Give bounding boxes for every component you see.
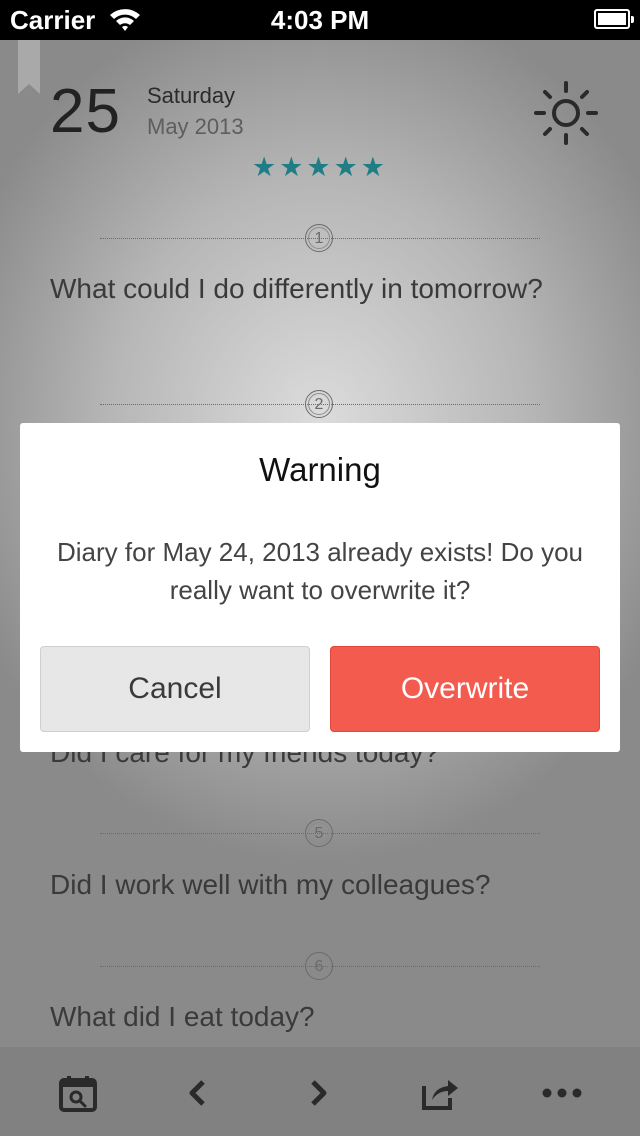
- question-text[interactable]: What could I do differently in tomorrow?: [50, 268, 570, 310]
- battery-icon: [594, 9, 634, 29]
- more-button[interactable]: [540, 1071, 584, 1115]
- status-bar: Carrier 4:03 PM: [0, 0, 640, 40]
- weekday-label: Saturday: [147, 83, 236, 108]
- sun-icon[interactable]: [533, 80, 599, 146]
- share-button[interactable]: [418, 1071, 462, 1115]
- question-number: 2: [305, 390, 333, 418]
- dialog-title: Warning: [259, 451, 381, 488]
- question-number: 1: [305, 224, 333, 252]
- chevron-right-icon: [311, 1080, 327, 1106]
- question-number: 6: [305, 952, 333, 980]
- rating-stars[interactable]: ★★★★★: [0, 152, 640, 183]
- calendar-search-icon: [59, 1076, 97, 1112]
- month-year-label: May 2013: [147, 114, 244, 139]
- question-text[interactable]: What did I eat today?: [50, 996, 570, 1038]
- day-number: 25: [50, 77, 121, 146]
- dialog-message: Diary for May 24, 2013 already exists! D…: [56, 537, 584, 605]
- status-time: 4:03 PM: [270, 5, 370, 35]
- more-icon: [542, 1088, 582, 1098]
- question-divider: 6: [100, 952, 540, 980]
- chevron-left-icon: [189, 1080, 205, 1106]
- share-icon: [422, 1080, 458, 1110]
- question-number: 5: [305, 819, 333, 847]
- question-divider: 1: [100, 224, 540, 252]
- previous-day-button[interactable]: [176, 1071, 220, 1115]
- question-divider: 5: [100, 819, 540, 847]
- bottom-toolbar: [0, 1046, 640, 1136]
- next-day-button[interactable]: [296, 1071, 340, 1115]
- question-divider: 2: [100, 390, 540, 418]
- calendar-search-button[interactable]: [56, 1071, 100, 1115]
- cancel-button[interactable]: Cancel: [40, 646, 310, 732]
- warning-dialog: Warning Diary for May 24, 2013 already e…: [20, 423, 620, 752]
- bookmark-icon[interactable]: [18, 40, 40, 94]
- overwrite-button[interactable]: Overwrite: [330, 646, 600, 732]
- question-text[interactable]: Did I work well with my colleagues?: [50, 864, 570, 906]
